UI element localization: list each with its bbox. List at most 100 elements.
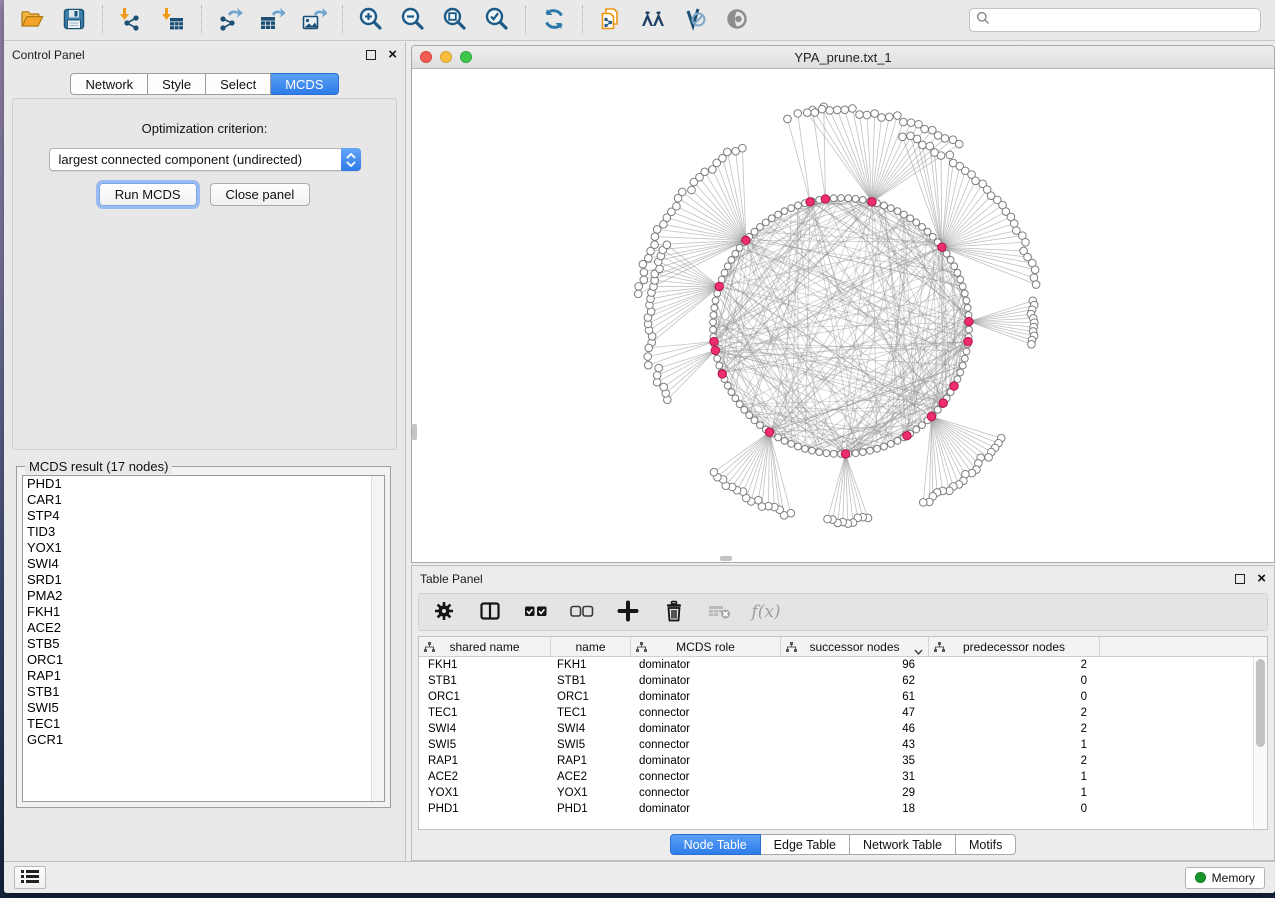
- network-hub-node[interactable]: [903, 432, 911, 440]
- network-node[interactable]: [644, 353, 652, 361]
- network-node[interactable]: [946, 151, 954, 159]
- table-row[interactable]: STB1STB1dominator620: [419, 673, 1253, 689]
- network-node[interactable]: [788, 441, 795, 448]
- network-node[interactable]: [762, 219, 769, 226]
- mcds-result-item[interactable]: FKH1: [23, 604, 384, 620]
- network-node[interactable]: [746, 412, 753, 419]
- network-node[interactable]: [924, 228, 931, 235]
- tab-style[interactable]: Style: [148, 73, 206, 95]
- network-node[interactable]: [802, 445, 809, 452]
- open-file-button[interactable]: [14, 3, 50, 37]
- window-close-icon[interactable]: [420, 51, 432, 63]
- network-node[interactable]: [913, 219, 920, 226]
- mcds-result-item[interactable]: STB5: [23, 636, 384, 652]
- network-node[interactable]: [972, 177, 980, 185]
- network-node[interactable]: [710, 312, 717, 319]
- network-node[interactable]: [845, 195, 852, 202]
- network-node[interactable]: [739, 144, 747, 152]
- network-node[interactable]: [894, 112, 902, 120]
- column-header-predecessor-nodes[interactable]: predecessor nodes: [929, 637, 1100, 656]
- network-hub-node[interactable]: [964, 337, 972, 345]
- network-node[interactable]: [867, 447, 874, 454]
- network-node[interactable]: [959, 362, 966, 369]
- network-node[interactable]: [795, 443, 802, 450]
- network-node[interactable]: [660, 383, 668, 391]
- network-hub-node[interactable]: [710, 337, 718, 345]
- import-table-button[interactable]: [155, 3, 191, 37]
- zoom-out-button[interactable]: [395, 3, 431, 37]
- hide-graphics-details-button[interactable]: [677, 3, 713, 37]
- export-table-button[interactable]: [254, 3, 290, 37]
- show-panels-button[interactable]: [14, 866, 46, 889]
- delete-table-button[interactable]: [705, 597, 735, 627]
- mcds-result-item[interactable]: ORC1: [23, 652, 384, 668]
- float-window-icon[interactable]: [366, 50, 376, 60]
- network-node[interactable]: [966, 326, 973, 333]
- table-row[interactable]: SWI4SWI4dominator462: [419, 721, 1253, 737]
- network-node[interactable]: [775, 211, 782, 218]
- network-node[interactable]: [919, 422, 926, 429]
- mcds-result-item[interactable]: PMA2: [23, 588, 384, 604]
- network-node[interactable]: [736, 401, 743, 408]
- refresh-view-button[interactable]: [536, 3, 572, 37]
- tab-network[interactable]: Network: [70, 73, 148, 95]
- network-node[interactable]: [963, 348, 970, 355]
- mcds-result-item[interactable]: TEC1: [23, 716, 384, 732]
- network-node[interactable]: [957, 276, 964, 283]
- network-node[interactable]: [833, 106, 841, 114]
- network-node[interactable]: [712, 297, 719, 304]
- network-node[interactable]: [1032, 281, 1040, 289]
- network-node[interactable]: [856, 111, 864, 119]
- network-hub-node[interactable]: [950, 382, 958, 390]
- network-hub-node[interactable]: [927, 412, 935, 420]
- network-hub-node[interactable]: [939, 399, 947, 407]
- network-node[interactable]: [826, 107, 834, 115]
- network-node[interactable]: [710, 319, 717, 326]
- table-row[interactable]: RAP1RAP1dominator352: [419, 753, 1253, 769]
- mcds-result-item[interactable]: PHD1: [23, 476, 384, 492]
- criterion-select[interactable]: largest connected component (undirected): [49, 148, 361, 171]
- network-hub-node[interactable]: [718, 370, 726, 378]
- unselect-all-button[interactable]: [567, 597, 597, 627]
- network-node[interactable]: [788, 205, 795, 212]
- network-node[interactable]: [645, 344, 653, 352]
- network-node[interactable]: [874, 445, 881, 452]
- network-node[interactable]: [955, 140, 963, 148]
- close-panel-button[interactable]: Close panel: [210, 183, 311, 206]
- network-node[interactable]: [921, 125, 929, 133]
- network-node[interactable]: [951, 263, 958, 270]
- network-vertical-scroll-thumb[interactable]: [412, 424, 417, 440]
- tab-select[interactable]: Select: [206, 73, 271, 95]
- network-node[interactable]: [653, 378, 661, 386]
- network-node[interactable]: [881, 443, 888, 450]
- network-node[interactable]: [673, 202, 681, 210]
- network-node[interactable]: [724, 382, 731, 389]
- mcds-result-item[interactable]: CAR1: [23, 492, 384, 508]
- network-node[interactable]: [781, 208, 788, 215]
- network-node[interactable]: [634, 290, 642, 298]
- network-hub-node[interactable]: [806, 198, 814, 206]
- mcds-result-item[interactable]: YOX1: [23, 540, 384, 556]
- network-node[interactable]: [775, 434, 782, 441]
- network-node[interactable]: [711, 304, 718, 311]
- network-node[interactable]: [724, 263, 731, 270]
- network-node[interactable]: [934, 406, 941, 413]
- mcds-result-item[interactable]: STP4: [23, 508, 384, 524]
- network-node[interactable]: [640, 276, 648, 284]
- network-node[interactable]: [768, 215, 775, 222]
- network-file-button[interactable]: [593, 3, 629, 37]
- network-node[interactable]: [728, 257, 735, 264]
- network-node[interactable]: [947, 257, 954, 264]
- show-graphics-details-button[interactable]: [719, 3, 755, 37]
- search-input[interactable]: [995, 11, 1254, 29]
- network-node[interactable]: [943, 250, 950, 257]
- table-row[interactable]: YOX1YOX1connector291: [419, 785, 1253, 801]
- network-node[interactable]: [900, 118, 908, 126]
- network-node[interactable]: [655, 364, 663, 372]
- network-node[interactable]: [863, 111, 871, 119]
- network-node[interactable]: [701, 168, 709, 176]
- network-hub-node[interactable]: [765, 428, 773, 436]
- network-node[interactable]: [710, 468, 718, 476]
- window-maximize-icon[interactable]: [460, 51, 472, 63]
- network-node[interactable]: [656, 265, 664, 273]
